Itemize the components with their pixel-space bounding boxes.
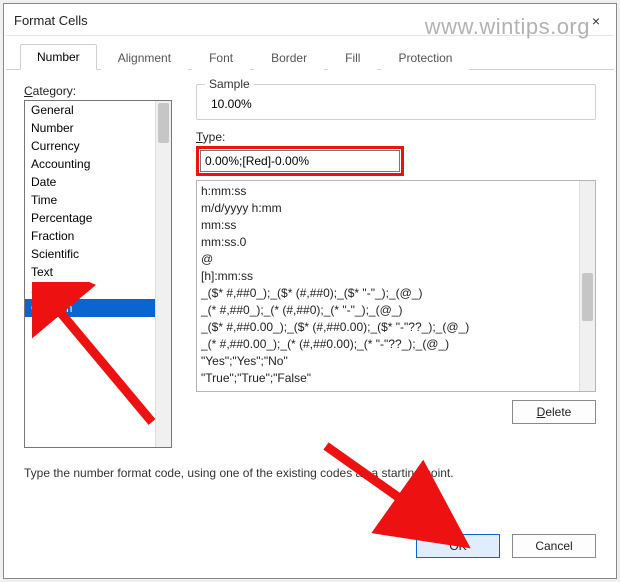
cancel-button[interactable]: Cancel	[512, 534, 596, 558]
category-item-currency[interactable]: Currency	[25, 137, 171, 155]
format-code-item[interactable]: mm:ss.0	[201, 234, 591, 251]
format-code-item[interactable]: _($* #,##0.00_);_($* (#,##0.00);_($* "-"…	[201, 319, 591, 336]
format-code-item[interactable]: mm:ss	[201, 217, 591, 234]
format-codes-list[interactable]: h:mm:ssm/d/yyyy h:mmmm:ssmm:ss.0@[h]:mm:…	[196, 180, 596, 392]
category-item-accounting[interactable]: Accounting	[25, 155, 171, 173]
format-code-item[interactable]: _(* #,##0_);_(* (#,##0);_(* "-"_);_(@_)	[201, 302, 591, 319]
format-code-item[interactable]: [h]:mm:ss	[201, 268, 591, 285]
delete-button[interactable]: Delete	[512, 400, 596, 424]
scrollbar[interactable]	[155, 101, 171, 447]
format-code-item[interactable]: "True";"True";"False"	[201, 370, 591, 387]
category-item-percentage[interactable]: Percentage	[25, 209, 171, 227]
hint-text: Type the number format code, using one o…	[24, 466, 596, 480]
format-code-item[interactable]: _(* #,##0.00_);_(* (#,##0.00);_(* "-"??_…	[201, 336, 591, 353]
category-item-number[interactable]: Number	[25, 119, 171, 137]
category-item-fraction[interactable]: Fraction	[25, 227, 171, 245]
scroll-thumb[interactable]	[158, 103, 169, 143]
tab-protection[interactable]: Protection	[381, 45, 469, 70]
tab-alignment[interactable]: Alignment	[101, 45, 188, 70]
type-label: Type:	[196, 130, 596, 144]
window-title: Format Cells	[14, 13, 88, 28]
category-item-text[interactable]: Text	[25, 263, 171, 281]
category-item-scientific[interactable]: Scientific	[25, 245, 171, 263]
titlebar: Format Cells ×	[6, 6, 614, 36]
ok-button[interactable]: OK	[416, 534, 500, 558]
category-label: Category:	[24, 84, 172, 98]
tab-strip: NumberAlignmentFontBorderFillProtection	[6, 36, 614, 70]
tab-font[interactable]: Font	[192, 45, 250, 70]
tab-fill[interactable]: Fill	[328, 45, 377, 70]
scroll-thumb[interactable]	[582, 273, 593, 321]
category-item-time[interactable]: Time	[25, 191, 171, 209]
category-item-general[interactable]: General	[25, 101, 171, 119]
format-code-item[interactable]: m/d/yyyy h:mm	[201, 200, 591, 217]
close-icon[interactable]: ×	[586, 11, 606, 31]
type-input[interactable]	[200, 150, 400, 172]
sample-value: 10.00%	[207, 91, 585, 111]
category-item-special[interactable]: Special	[25, 281, 171, 299]
category-list[interactable]: GeneralNumberCurrencyAccountingDateTimeP…	[24, 100, 172, 448]
category-item-custom[interactable]: Custom	[25, 299, 171, 317]
tab-number[interactable]: Number	[20, 44, 97, 70]
type-input-highlight	[196, 146, 404, 176]
format-code-item[interactable]: "Yes";"Yes";"No"	[201, 353, 591, 370]
tab-border[interactable]: Border	[254, 45, 324, 70]
dialog-footer: OK Cancel	[6, 534, 614, 576]
category-item-date[interactable]: Date	[25, 173, 171, 191]
format-code-item[interactable]: @	[201, 251, 591, 268]
scrollbar[interactable]	[579, 181, 595, 391]
format-code-item[interactable]: h:mm:ss	[201, 183, 591, 200]
sample-legend: Sample	[205, 77, 254, 91]
format-code-item[interactable]: _($* #,##0_);_($* (#,##0);_($* "-"_);_(@…	[201, 285, 591, 302]
sample-group: Sample 10.00%	[196, 84, 596, 120]
